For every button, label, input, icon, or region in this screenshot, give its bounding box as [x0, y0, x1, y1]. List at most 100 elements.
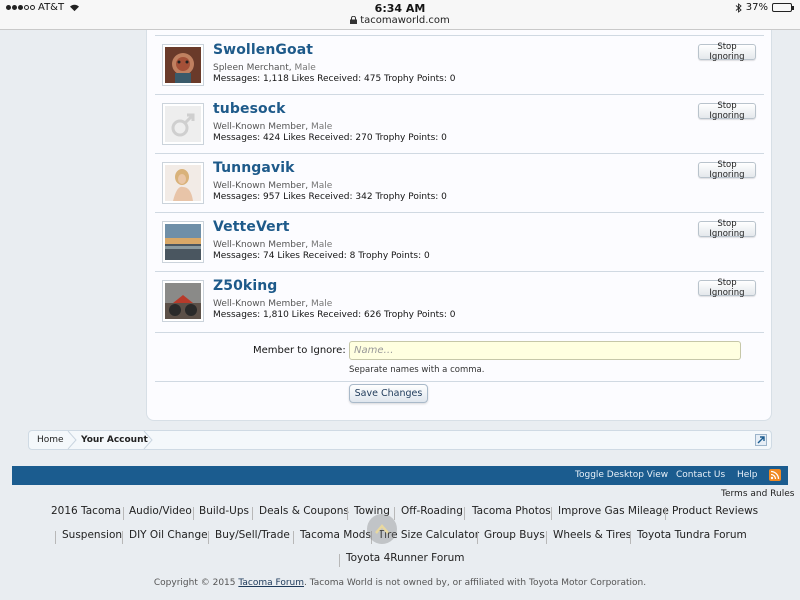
- member-row: VetteVert Well-Known Member, Male Messag…: [155, 212, 764, 271]
- bluetooth-icon: [735, 2, 742, 13]
- member-row: Tunngavik Well-Known Member, Male Messag…: [155, 153, 764, 212]
- ignore-member-form: Member to Ignore: Separate names with a …: [155, 332, 764, 382]
- contact-us-link[interactable]: Contact Us: [676, 470, 725, 480]
- rss-icon[interactable]: [769, 469, 781, 481]
- member-rank: Well-Known Member: [213, 181, 306, 191]
- arrow-up-icon: [375, 524, 389, 534]
- member-name-link[interactable]: tubesock: [213, 101, 286, 117]
- member-name-link[interactable]: VetteVert: [213, 219, 290, 235]
- footer-link-separator: [123, 507, 124, 520]
- terms-and-rules-link[interactable]: Terms and Rules: [721, 489, 794, 499]
- breadcrumb-separator: [143, 431, 153, 449]
- goat-portrait-image: [165, 47, 201, 83]
- person-photo-image: [165, 165, 201, 201]
- member-gender: Male: [310, 240, 333, 250]
- footer-link[interactable]: Off-Roading: [401, 505, 463, 517]
- tacoma-forum-link[interactable]: Tacoma Forum: [238, 578, 304, 588]
- member-avatar[interactable]: [162, 103, 204, 145]
- footer-link[interactable]: Deals & Coupons: [259, 505, 349, 517]
- member-to-ignore-label: Member to Ignore:: [253, 345, 346, 356]
- footer-link-separator: [464, 507, 465, 520]
- footer-links: 2016 Tacoma Audio/Video Build-Ups Deals …: [0, 500, 800, 570]
- footer-link[interactable]: Group Buys: [484, 529, 545, 541]
- footer-link-separator: [293, 531, 294, 544]
- member-gender: Male: [294, 63, 316, 73]
- member-stats: Messages: 1,118 Likes Received: 475 Trop…: [213, 74, 456, 84]
- footer-links-row: 2016 Tacoma Audio/Video Build-Ups Deals …: [0, 505, 800, 525]
- member-title: Well-Known Member, Male: [213, 299, 333, 309]
- help-link[interactable]: Help: [737, 470, 758, 480]
- ignored-members-panel: SwollenGoat Spleen Merchant, Male Messag…: [146, 30, 772, 421]
- footer-link-separator: [55, 531, 56, 544]
- footer-link-separator: [551, 507, 552, 520]
- footer-link-separator: [630, 531, 631, 544]
- breadcrumb: Home Your Account: [28, 430, 772, 450]
- jump-to-top-icon[interactable]: [755, 434, 767, 446]
- member-title: Well-Known Member, Male: [213, 181, 333, 191]
- footer-link-separator: [252, 507, 253, 520]
- stop-ignoring-button[interactable]: Stop Ignoring: [698, 42, 756, 62]
- member-rank: Well-Known Member: [213, 299, 306, 309]
- member-stats: Messages: 74 Likes Received: 8 Trophy Po…: [213, 251, 430, 261]
- footer-links-row: Toyota 4Runner Forum: [0, 552, 800, 572]
- member-gender: Male: [310, 122, 333, 132]
- stop-ignoring-button[interactable]: Stop Ignoring: [698, 278, 756, 298]
- footer-bar: Toggle Desktop View Contact Us Help: [12, 466, 788, 485]
- footer-link-separator: [122, 531, 123, 544]
- male-placeholder-icon: [165, 106, 201, 142]
- stop-ignoring-button[interactable]: Stop Ignoring: [698, 160, 756, 180]
- member-avatar[interactable]: [162, 44, 204, 86]
- footer-link[interactable]: Tacoma Photos: [472, 505, 551, 517]
- footer-link[interactable]: DIY Oil Change: [129, 529, 208, 541]
- member-stats: Messages: 957 Likes Received: 342 Trophy…: [213, 192, 447, 202]
- footer-link-separator: [208, 531, 209, 544]
- input-hint: Separate names with a comma.: [349, 365, 485, 375]
- footer-link-separator: [347, 507, 348, 520]
- clock: 6:34 AM: [374, 2, 426, 15]
- member-row: tubesock Well-Known Member, Male Message…: [155, 94, 764, 153]
- member-title: Well-Known Member, Male: [213, 240, 333, 250]
- ios-status-bar: AT&T 6:34 AM tacomaworld.com 37%: [0, 0, 800, 30]
- address-bar[interactable]: tacomaworld.com: [0, 15, 800, 26]
- breadcrumb-account-link[interactable]: Your Account: [81, 431, 148, 449]
- copyright-prefix: Copyright © 2015: [153, 578, 239, 588]
- breadcrumb-home-link[interactable]: Home: [37, 431, 64, 449]
- member-gender: Male: [310, 181, 333, 191]
- member-stats: Messages: 424 Likes Received: 270 Trophy…: [213, 133, 447, 143]
- member-name-input[interactable]: [349, 341, 741, 360]
- member-row: SwollenGoat Spleen Merchant, Male Messag…: [155, 35, 764, 94]
- footer-links-row: Suspension DIY Oil Change Buy/Sell/Trade…: [0, 529, 800, 549]
- footer-link-separator: [546, 531, 547, 544]
- footer-link[interactable]: Buy/Sell/Trade: [215, 529, 290, 541]
- url-text: tacomaworld.com: [360, 15, 450, 26]
- save-changes-button[interactable]: Save Changes: [349, 384, 428, 403]
- footer-link[interactable]: Audio/Video: [129, 505, 192, 517]
- member-name-link[interactable]: SwollenGoat: [213, 42, 313, 58]
- footer-link[interactable]: Toyota Tundra Forum: [637, 529, 747, 541]
- footer-link[interactable]: Build-Ups: [199, 505, 249, 517]
- footer-link[interactable]: Tacoma Mods: [300, 529, 371, 541]
- footer-link[interactable]: Wheels & Tires: [553, 529, 631, 541]
- footer-link[interactable]: Suspension: [62, 529, 122, 541]
- toggle-desktop-link[interactable]: Toggle Desktop View: [575, 470, 668, 480]
- member-stats: Messages: 1,810 Likes Received: 626 Trop…: [213, 310, 456, 320]
- member-row: Z50king Well-Known Member, Male Messages…: [155, 271, 764, 330]
- battery-icon: [772, 3, 794, 12]
- footer-link[interactable]: 2016 Tacoma: [51, 505, 121, 517]
- member-name-link[interactable]: Z50king: [213, 278, 277, 294]
- member-avatar[interactable]: [162, 221, 204, 263]
- scroll-to-top-button[interactable]: [367, 514, 397, 544]
- footer-link[interactable]: Product Reviews: [672, 505, 758, 517]
- sunset-photo-image: [165, 224, 201, 260]
- battery-percent: 37%: [745, 2, 768, 13]
- stop-ignoring-button[interactable]: Stop Ignoring: [698, 219, 756, 239]
- copyright-suffix: . Tacoma World is not owned by, or affil…: [304, 578, 647, 588]
- member-name-link[interactable]: Tunngavik: [213, 160, 295, 176]
- member-avatar[interactable]: [162, 280, 204, 322]
- footer-link[interactable]: Improve Gas Mileage: [558, 505, 669, 517]
- footer-link[interactable]: Toyota 4Runner Forum: [346, 552, 464, 564]
- member-avatar[interactable]: [162, 162, 204, 204]
- member-gender: Male: [310, 299, 333, 309]
- stop-ignoring-button[interactable]: Stop Ignoring: [698, 101, 756, 121]
- member-title: Spleen Merchant, Male: [213, 63, 316, 73]
